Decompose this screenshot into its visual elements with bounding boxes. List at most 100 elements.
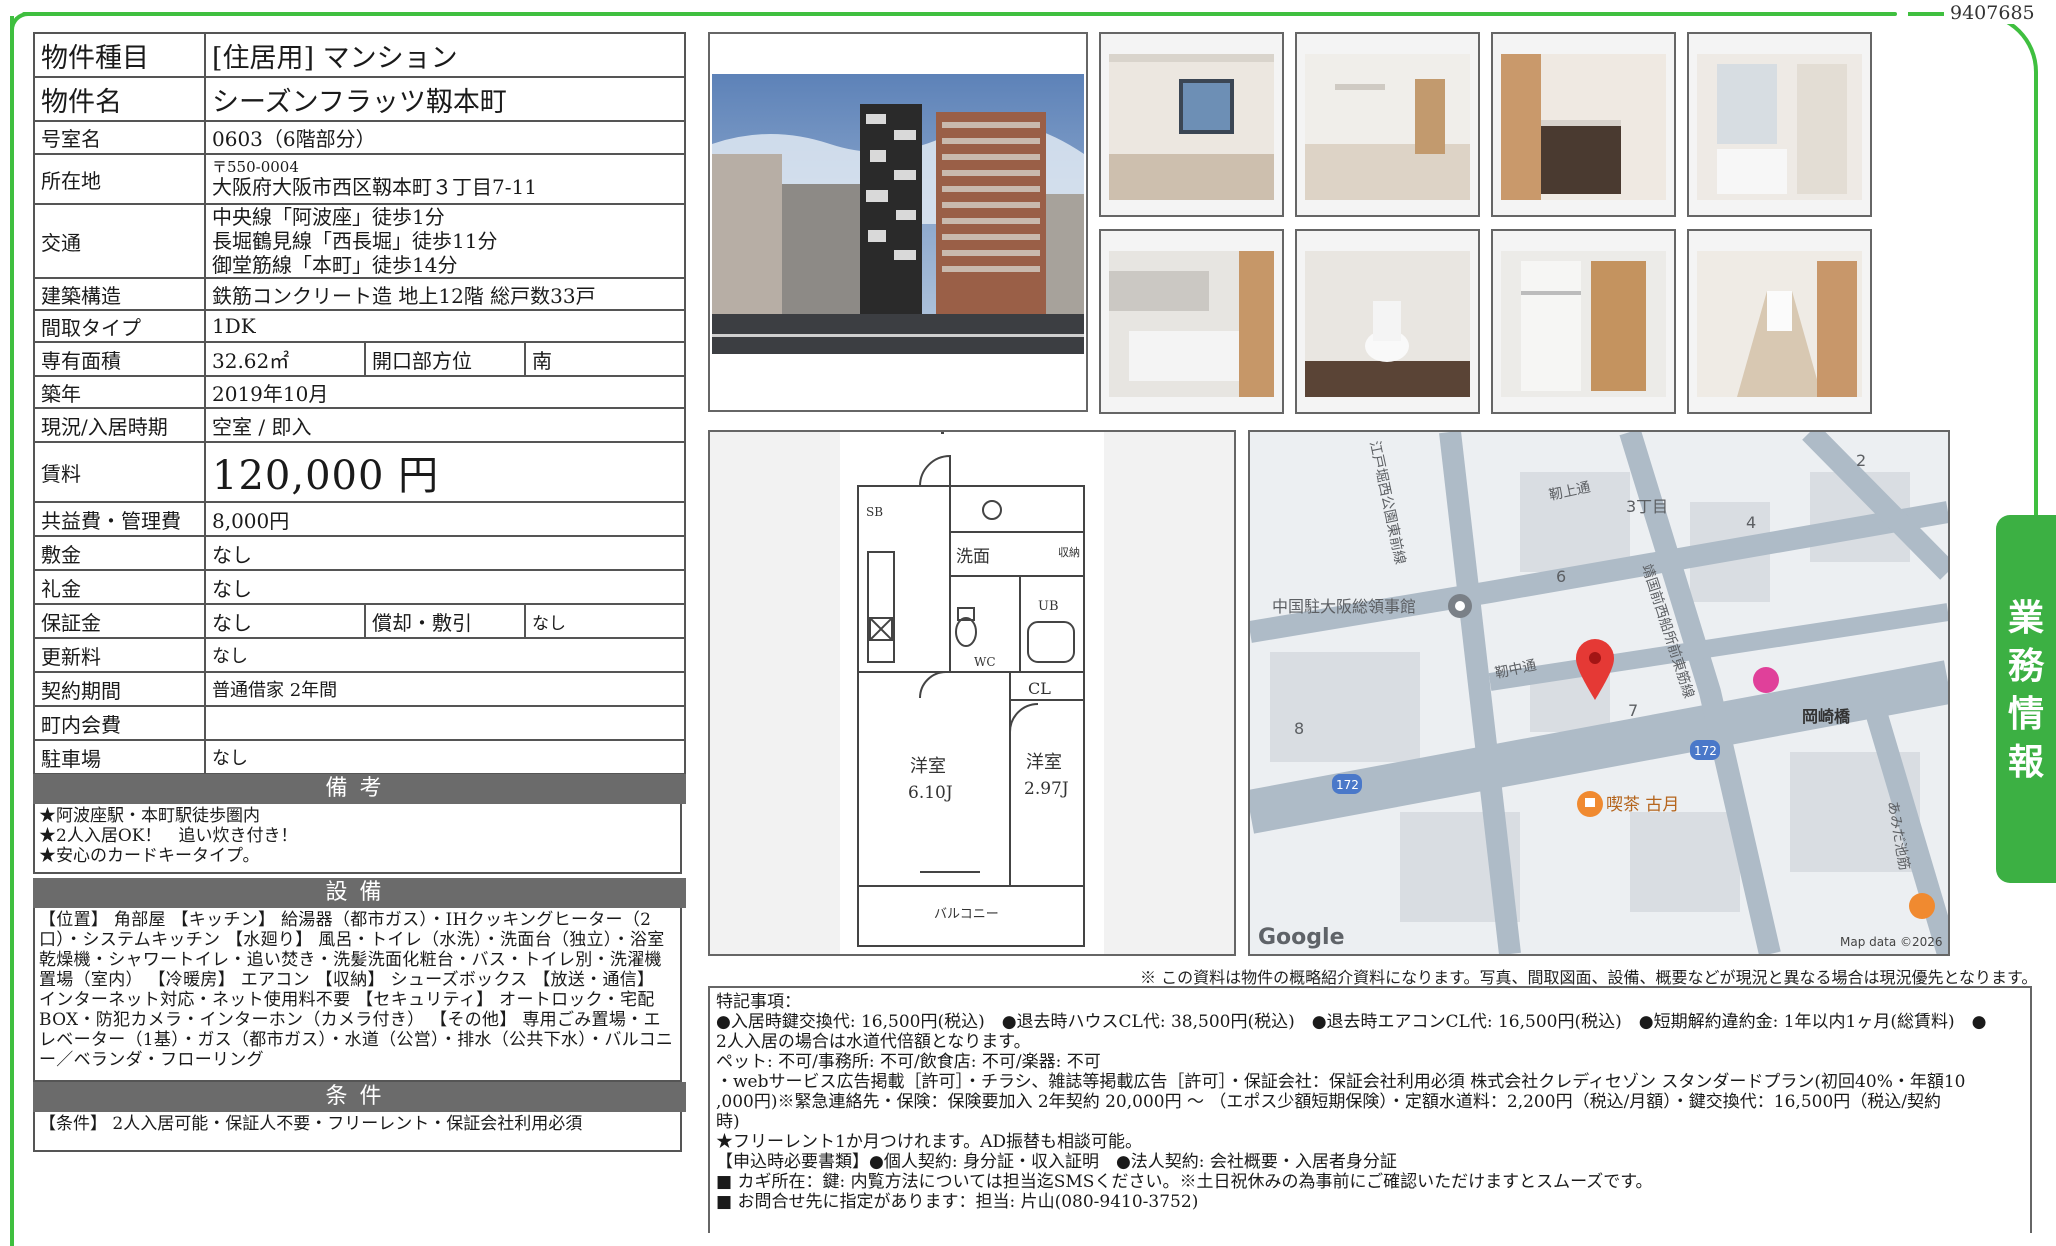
hallway-image xyxy=(1697,251,1862,397)
svg-text:172: 172 xyxy=(1694,744,1717,758)
photo-thumbnail-toilet[interactable] xyxy=(1295,229,1480,414)
conditions-heading: 条件 xyxy=(33,1082,686,1112)
built-label: 築年 xyxy=(33,375,206,409)
status-label: 現況/入居時期 xyxy=(33,407,206,443)
fp-sb: SB xyxy=(866,505,883,519)
photo-thumbnail-living[interactable] xyxy=(1099,32,1284,217)
map-credit: Map data ©2026 xyxy=(1840,935,1943,949)
room-image xyxy=(1305,54,1470,200)
note-line: 時) xyxy=(716,1112,740,1132)
address-cell: 〒550-0004 大阪府大阪市西区靱本町３丁目7-11 xyxy=(204,153,686,205)
access-line: 御堂筋線「本町」徒歩14分 xyxy=(212,253,458,277)
google-logo: Google xyxy=(1258,925,1345,950)
fp-balcony: バルコニー xyxy=(934,907,999,922)
photo-thumbnail-closet[interactable] xyxy=(1491,229,1676,414)
layout-label: 間取タイプ xyxy=(33,309,206,343)
note-line: ■ お問合せ先に指定があります：担当: 片山(080-9410-3752) xyxy=(716,1192,1199,1212)
table-row: 建築構造 鉄筋コンクリート造 地上12階 総戸数33戸 xyxy=(33,277,686,311)
photo-thumbnail-bath[interactable] xyxy=(1099,229,1284,414)
side-tab-char: 業 xyxy=(2007,598,2044,639)
area-value: 32.62㎡ xyxy=(204,341,366,377)
map-label-okazaki: 岡崎橋 xyxy=(1802,707,1851,726)
map-block-2: 2 xyxy=(1856,451,1866,470)
remarks-heading: 備考 xyxy=(33,774,686,804)
fp-storage: 収納 xyxy=(1058,546,1080,559)
renewal-value: なし xyxy=(204,637,686,673)
fp-room2: 洋室 xyxy=(1026,752,1062,773)
table-row: 賃料 120,000 円 xyxy=(33,441,686,503)
note-line: 【申込時必要書類】●個人契約: 身分証・収入証明 ●法人契約: 会社概要・入居者… xyxy=(716,1152,1397,1172)
remark-line: ★2人入居OK！ 追い炊き付き！ xyxy=(39,826,298,846)
table-row: 町内会費 xyxy=(33,705,686,741)
fp-room2-size: 2.97J xyxy=(1024,779,1069,799)
photo-thumbnail-kitchen[interactable] xyxy=(1491,32,1676,217)
type-label: 物件種目 xyxy=(33,32,206,78)
map-block-4: 4 xyxy=(1746,513,1756,532)
side-tab-char: 報 xyxy=(2007,742,2044,783)
parking-label: 駐車場 xyxy=(33,739,206,775)
deposit-value: なし xyxy=(204,535,686,571)
table-row: 物件種目 [住居用] マンション xyxy=(33,32,686,78)
photo-thumbnail-hallway[interactable] xyxy=(1687,229,1872,414)
rent-value: 120,000 円 xyxy=(204,441,686,503)
equipment-heading: 設備 xyxy=(33,878,686,908)
table-row: 共益費・管理費 8,000円 xyxy=(33,501,686,537)
status-value: 空室 / 即入 xyxy=(204,407,686,443)
route-shield-1: 172 xyxy=(1332,774,1362,794)
note-line: ●入居時鍵交換代: 16,500円(税込) ●退去時ハウスCL代: 38,500… xyxy=(716,1012,1987,1032)
map-label-consulate: 中国駐大阪総領事館 xyxy=(1272,597,1416,616)
table-row: 所在地 〒550-0004 大阪府大阪市西区靱本町３丁目7-11 xyxy=(33,153,686,205)
fee-label: 共益費・管理費 xyxy=(33,501,206,537)
map-block-8: 8 xyxy=(1294,719,1304,738)
note-line: ペット: 不可/事務所: 不可/飲食店: 不可/楽器: 不可 xyxy=(716,1052,1101,1072)
photo-thumbnail-room[interactable] xyxy=(1295,32,1480,217)
table-row: 更新料 なし xyxy=(33,637,686,673)
contract-value: 普通借家 2年間 xyxy=(204,671,686,707)
fp-cl: CL xyxy=(1028,679,1051,698)
restaurant-pin-icon xyxy=(1909,893,1935,919)
building-photo[interactable] xyxy=(708,32,1088,412)
table-row: 敷金 なし xyxy=(33,535,686,571)
rent-label: 賃料 xyxy=(33,441,206,503)
floor-plan[interactable]: SB 洗面 収納 UB WC CL 洋室 6.10J 洋室 2.97J バルコニ… xyxy=(708,430,1236,956)
access-label: 交通 xyxy=(33,203,206,279)
remark-line: ★阿波座駅・本町駅徒歩圏内 xyxy=(39,806,260,826)
svg-text:172: 172 xyxy=(1336,778,1359,792)
access-cell: 中央線「阿波座」徒歩1分 長堀鶴見線「西長堀」徒歩11分 御堂筋線「本町」徒歩1… xyxy=(204,203,686,279)
key-money-value: なし xyxy=(204,569,686,605)
fp-wc: WC xyxy=(974,655,996,669)
map-label-cafe: 喫茶 古月 xyxy=(1606,795,1679,815)
type-value: [住居用] マンション xyxy=(204,32,686,78)
map-block-7: 7 xyxy=(1628,701,1638,720)
name-value: シーズンフラッツ靱本町 xyxy=(204,76,686,122)
location-map[interactable]: 中国駐大阪総領事館 3丁目 岡崎橋 喫茶 古月 江戸堀西公園東前線 靭上通 靭中… xyxy=(1248,430,1950,956)
table-row: 礼金 なし xyxy=(33,569,686,605)
fp-ub: UB xyxy=(1038,599,1059,614)
town-fee-value xyxy=(204,705,686,741)
map-canvas: 中国駐大阪総領事館 3丁目 岡崎橋 喫茶 古月 江戸堀西公園東前線 靭上通 靭中… xyxy=(1250,432,1948,954)
frame-top-border xyxy=(22,12,1897,16)
layout-value: 1DK xyxy=(204,309,686,343)
photo-thumbnail-washroom[interactable] xyxy=(1687,32,1872,217)
guarantee-label: 保証金 xyxy=(33,603,206,639)
room-value: 0603（6階部分） xyxy=(204,120,686,155)
table-row: 保証金 なし 償却・敷引 なし xyxy=(33,603,686,639)
postal-code: 〒550-0004 xyxy=(212,158,299,176)
shop-pin-icon xyxy=(1753,667,1779,693)
fp-room1-size: 6.10J xyxy=(908,783,953,803)
conditions-box: 【条件】 2人入居可能・保証人不要・フリーレント・保証会社利用必須 xyxy=(33,1112,682,1152)
closet-image xyxy=(1501,251,1666,397)
table-row: 専有面積 32.62㎡ 開口部方位 南 xyxy=(33,341,686,377)
map-label-chome: 3丁目 xyxy=(1626,497,1668,516)
remark-line: ★安心のカードキータイプ。 xyxy=(39,846,260,866)
structure-value: 鉄筋コンクリート造 地上12階 総戸数33戸 xyxy=(204,277,686,311)
disclaimer-notice: ※ この資料は物件の概略紹介資料になります。写真、間取図面、設備、概要などが現況… xyxy=(1140,968,2038,987)
side-tab-char: 務 xyxy=(2007,646,2044,687)
fee-value: 8,000円 xyxy=(204,501,686,537)
toilet-image xyxy=(1305,251,1470,397)
amortization-value: なし xyxy=(524,603,686,639)
guarantee-value: なし xyxy=(204,603,366,639)
built-value: 2019年10月 xyxy=(204,375,686,409)
business-info-tab[interactable]: 業 務 情 報 xyxy=(1996,515,2056,883)
access-line: 長堀鶴見線「西長堀」徒歩11分 xyxy=(212,229,498,253)
